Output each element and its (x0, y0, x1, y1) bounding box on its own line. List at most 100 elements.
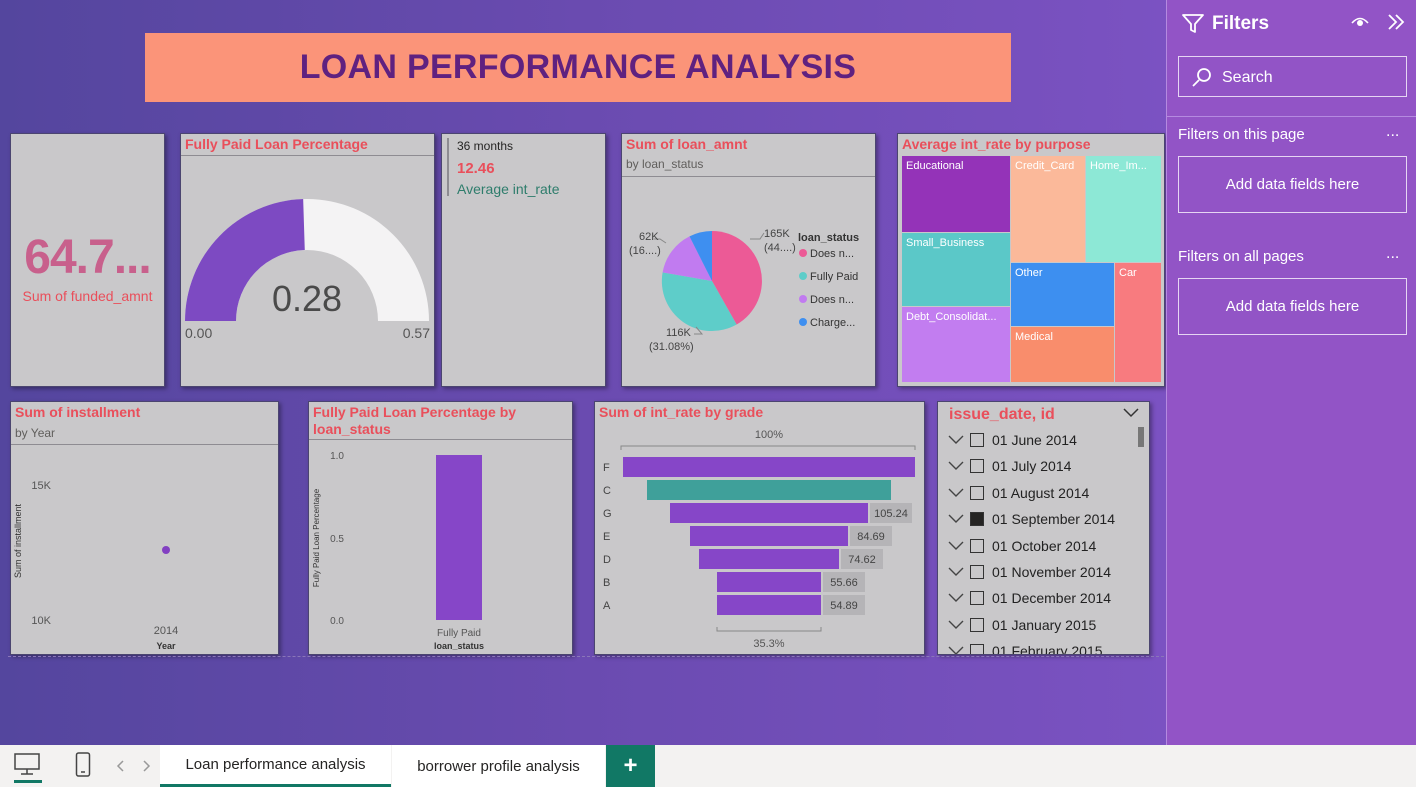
expand-chevron-icon[interactable] (948, 565, 964, 579)
kpi-card-funded[interactable]: 64.7... Sum of funded_amnt (10, 133, 165, 387)
treemap-cell[interactable]: Small_Business (902, 233, 1010, 306)
slicer-item[interactable]: 01 August 2014 (948, 481, 1089, 505)
treemap-cell[interactable]: Medical (1011, 327, 1114, 382)
expand-chevron-icon[interactable] (948, 539, 964, 553)
y-axis-title: Sum of installment (13, 503, 23, 578)
treemap-cell[interactable]: Other (1011, 263, 1114, 326)
slicer-item-label: 01 October 2014 (992, 537, 1097, 554)
checkbox[interactable] (970, 591, 984, 606)
gauge-card[interactable]: Fully Paid Loan Percentage 0.28 0.00 0.5… (180, 133, 435, 387)
checkbox[interactable] (970, 459, 984, 474)
checkbox[interactable] (970, 433, 984, 447)
pie-label: 165K (764, 228, 790, 240)
funnel-value-label: 105.24 (874, 508, 908, 520)
all-pages-filter-dropzone[interactable]: Add data fields here (1178, 278, 1407, 335)
pie-label: 116K (666, 327, 692, 339)
slicer-item[interactable]: 01 July 2014 (948, 454, 1071, 478)
loan-amnt-pie-card[interactable]: Sum of loan_amnt by loan_status 165K (44… (621, 133, 876, 387)
slicer-item[interactable]: 01 December 2014 (948, 586, 1111, 610)
checkbox[interactable] (970, 644, 984, 654)
treemap-cell[interactable]: Educational (902, 156, 1010, 232)
bar-fully-paid (436, 455, 482, 620)
funnel-bar-G (670, 503, 868, 523)
slicer-scrollbar[interactable] (1138, 427, 1144, 447)
slicer-item-label: 01 January 2015 (992, 616, 1097, 633)
dropzone-label: Add data fields here (1225, 298, 1360, 315)
gauge-max: 0.57 (403, 325, 430, 341)
installment-card[interactable]: Sum of installment by Year Sum of instal… (10, 401, 279, 655)
expand-chevron-icon[interactable] (948, 591, 964, 605)
slicer-item[interactable]: 01 November 2014 (948, 560, 1111, 584)
checkbox[interactable] (970, 485, 984, 500)
legend-item: Fully Paid (810, 271, 858, 283)
x-axis-title: loan_status (434, 641, 484, 651)
scroll-left-icon[interactable] (116, 760, 124, 772)
scroll-right-icon[interactable] (143, 760, 151, 772)
slicer-item[interactable]: 01 January 2015 (948, 613, 1096, 637)
issue-date-slicer[interactable]: issue_date, id 01 June 2014 01 July 2014 0… (937, 401, 1150, 655)
expand-chevron-icon[interactable] (948, 486, 964, 500)
slicer-item-label: 01 June 2014 (992, 432, 1077, 448)
filter-icon (1182, 14, 1204, 33)
avg-int-rate-label: Average int_rate (457, 181, 560, 197)
checkbox[interactable] (970, 617, 984, 632)
collapse-pane-icon[interactable] (1387, 14, 1405, 30)
slicer-item-label: 01 February 2015 (992, 643, 1103, 655)
funnel-grade-label: F (603, 462, 610, 474)
checkbox[interactable] (970, 538, 984, 553)
funnel-bar-C (647, 480, 891, 500)
kpi-label: Sum of funded_amnt (22, 288, 153, 304)
filter-search-box[interactable]: Search (1178, 56, 1407, 97)
slicer-item[interactable]: 01 June 2014 (948, 428, 1077, 452)
tab-borrower-profile[interactable]: borrower profile analysis (392, 745, 605, 787)
treemap-cell-label: Other (1015, 267, 1043, 279)
mobile-view-icon[interactable] (75, 752, 91, 778)
gauge-value: 0.28 (272, 278, 342, 319)
y-tick-label: 10K (31, 615, 51, 627)
expand-chevron-icon[interactable] (948, 512, 964, 526)
checkbox[interactable] (970, 512, 984, 527)
slicer-item[interactable]: 01 February 2015 (948, 639, 1103, 655)
purpose-treemap-card[interactable]: Average int_rate by purpose Educational C… (897, 133, 1165, 387)
y-tick-label: 0.5 (330, 534, 344, 545)
expand-chevron-icon[interactable] (948, 459, 964, 473)
funnel-bottom-bracket (716, 627, 822, 632)
funnel-chart: 100% 35.3% FCG 105.24 E 84.69 D 74.62 B 55.66 A 5… (603, 429, 916, 650)
avg-int-rate-card[interactable]: 36 months 12.46 Average int_rate (441, 133, 606, 387)
slicer-item[interactable]: 01 September 2014 (948, 507, 1115, 531)
eye-icon[interactable] (1351, 15, 1369, 29)
tab-loan-performance[interactable]: Loan performance analysis (160, 745, 391, 787)
add-page-button[interactable]: + (606, 745, 655, 787)
funnel-grade-label: E (603, 531, 610, 543)
expand-chevron-icon[interactable] (948, 644, 964, 655)
desktop-view-icon[interactable] (13, 752, 41, 780)
funnel-top-bracket (620, 445, 916, 450)
expand-chevron-icon[interactable] (948, 618, 964, 632)
checkbox[interactable] (970, 565, 984, 579)
funnel-bar-E (690, 526, 848, 546)
expand-chevron-icon[interactable] (948, 433, 964, 447)
funnel-bar-D (699, 549, 839, 569)
x-axis-title: Year (156, 641, 176, 651)
pie-label: 62K (639, 231, 659, 243)
int-rate-funnel-card[interactable]: Sum of int_rate by grade 100% 35.3% FCG1… (594, 401, 925, 655)
more-options-button[interactable]: ... (1386, 123, 1399, 141)
legend-item: Does n... (810, 294, 854, 306)
treemap-cell[interactable]: Home_Im... (1086, 156, 1161, 262)
tab-label: borrower profile analysis (417, 757, 580, 775)
treemap-cell-label: Credit_Card (1015, 160, 1075, 172)
page-tab-bar: Loan performance analysis borrower profi… (0, 745, 1416, 787)
slicer-item-label: 01 December 2014 (992, 590, 1112, 607)
treemap-cell[interactable]: Credit_Card (1011, 156, 1085, 262)
legend-marker (799, 295, 807, 303)
funnel-grade-label: B (603, 577, 610, 589)
fully-paid-status-card[interactable]: Fully Paid Loan Percentage by loan_statu… (308, 401, 573, 655)
pie-leader-line (750, 232, 765, 240)
chevron-down-icon[interactable] (1123, 408, 1139, 418)
page-filter-dropzone[interactable]: Add data fields here (1178, 156, 1407, 213)
slicer-item[interactable]: 01 October 2014 (948, 534, 1096, 558)
more-options-button[interactable]: ... (1386, 245, 1399, 263)
treemap-cell[interactable]: Car (1115, 263, 1161, 382)
treemap-cell-label: Home_Im... (1090, 160, 1147, 172)
treemap-cell[interactable]: Debt_Consolidat... (902, 307, 1010, 382)
